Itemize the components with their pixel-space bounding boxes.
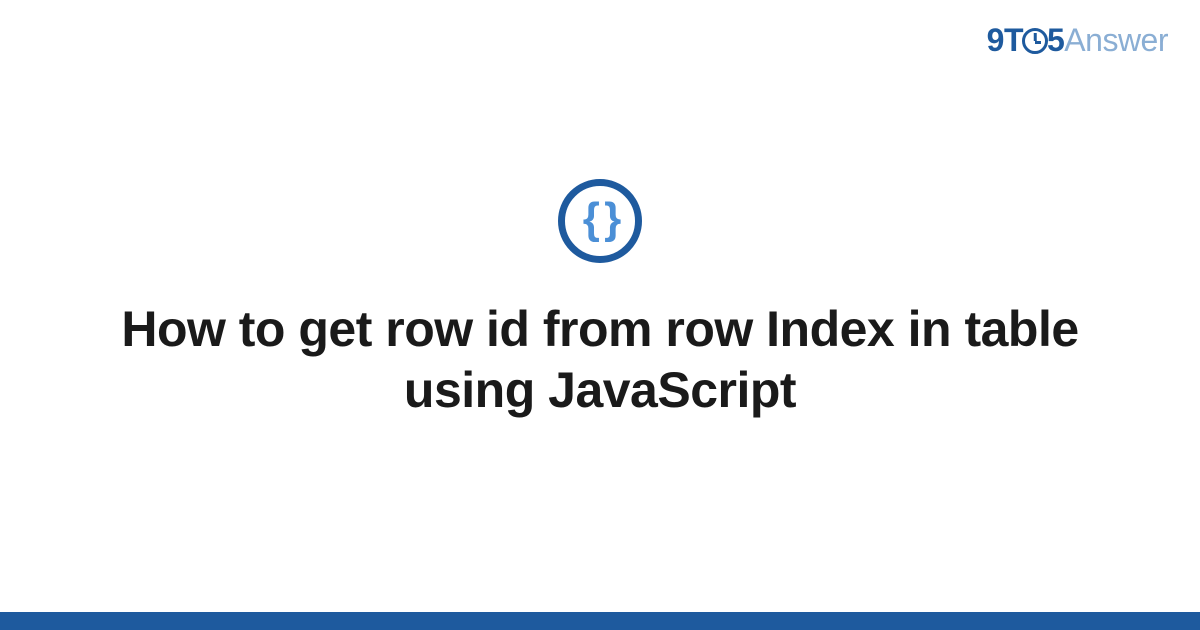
footer-accent-bar [0,612,1200,630]
page-title: How to get row id from row Index in tabl… [100,299,1100,421]
code-braces-glyph: { } [583,197,617,241]
code-braces-icon: { } [558,179,642,263]
main-content: { } How to get row id from row Index in … [0,0,1200,630]
